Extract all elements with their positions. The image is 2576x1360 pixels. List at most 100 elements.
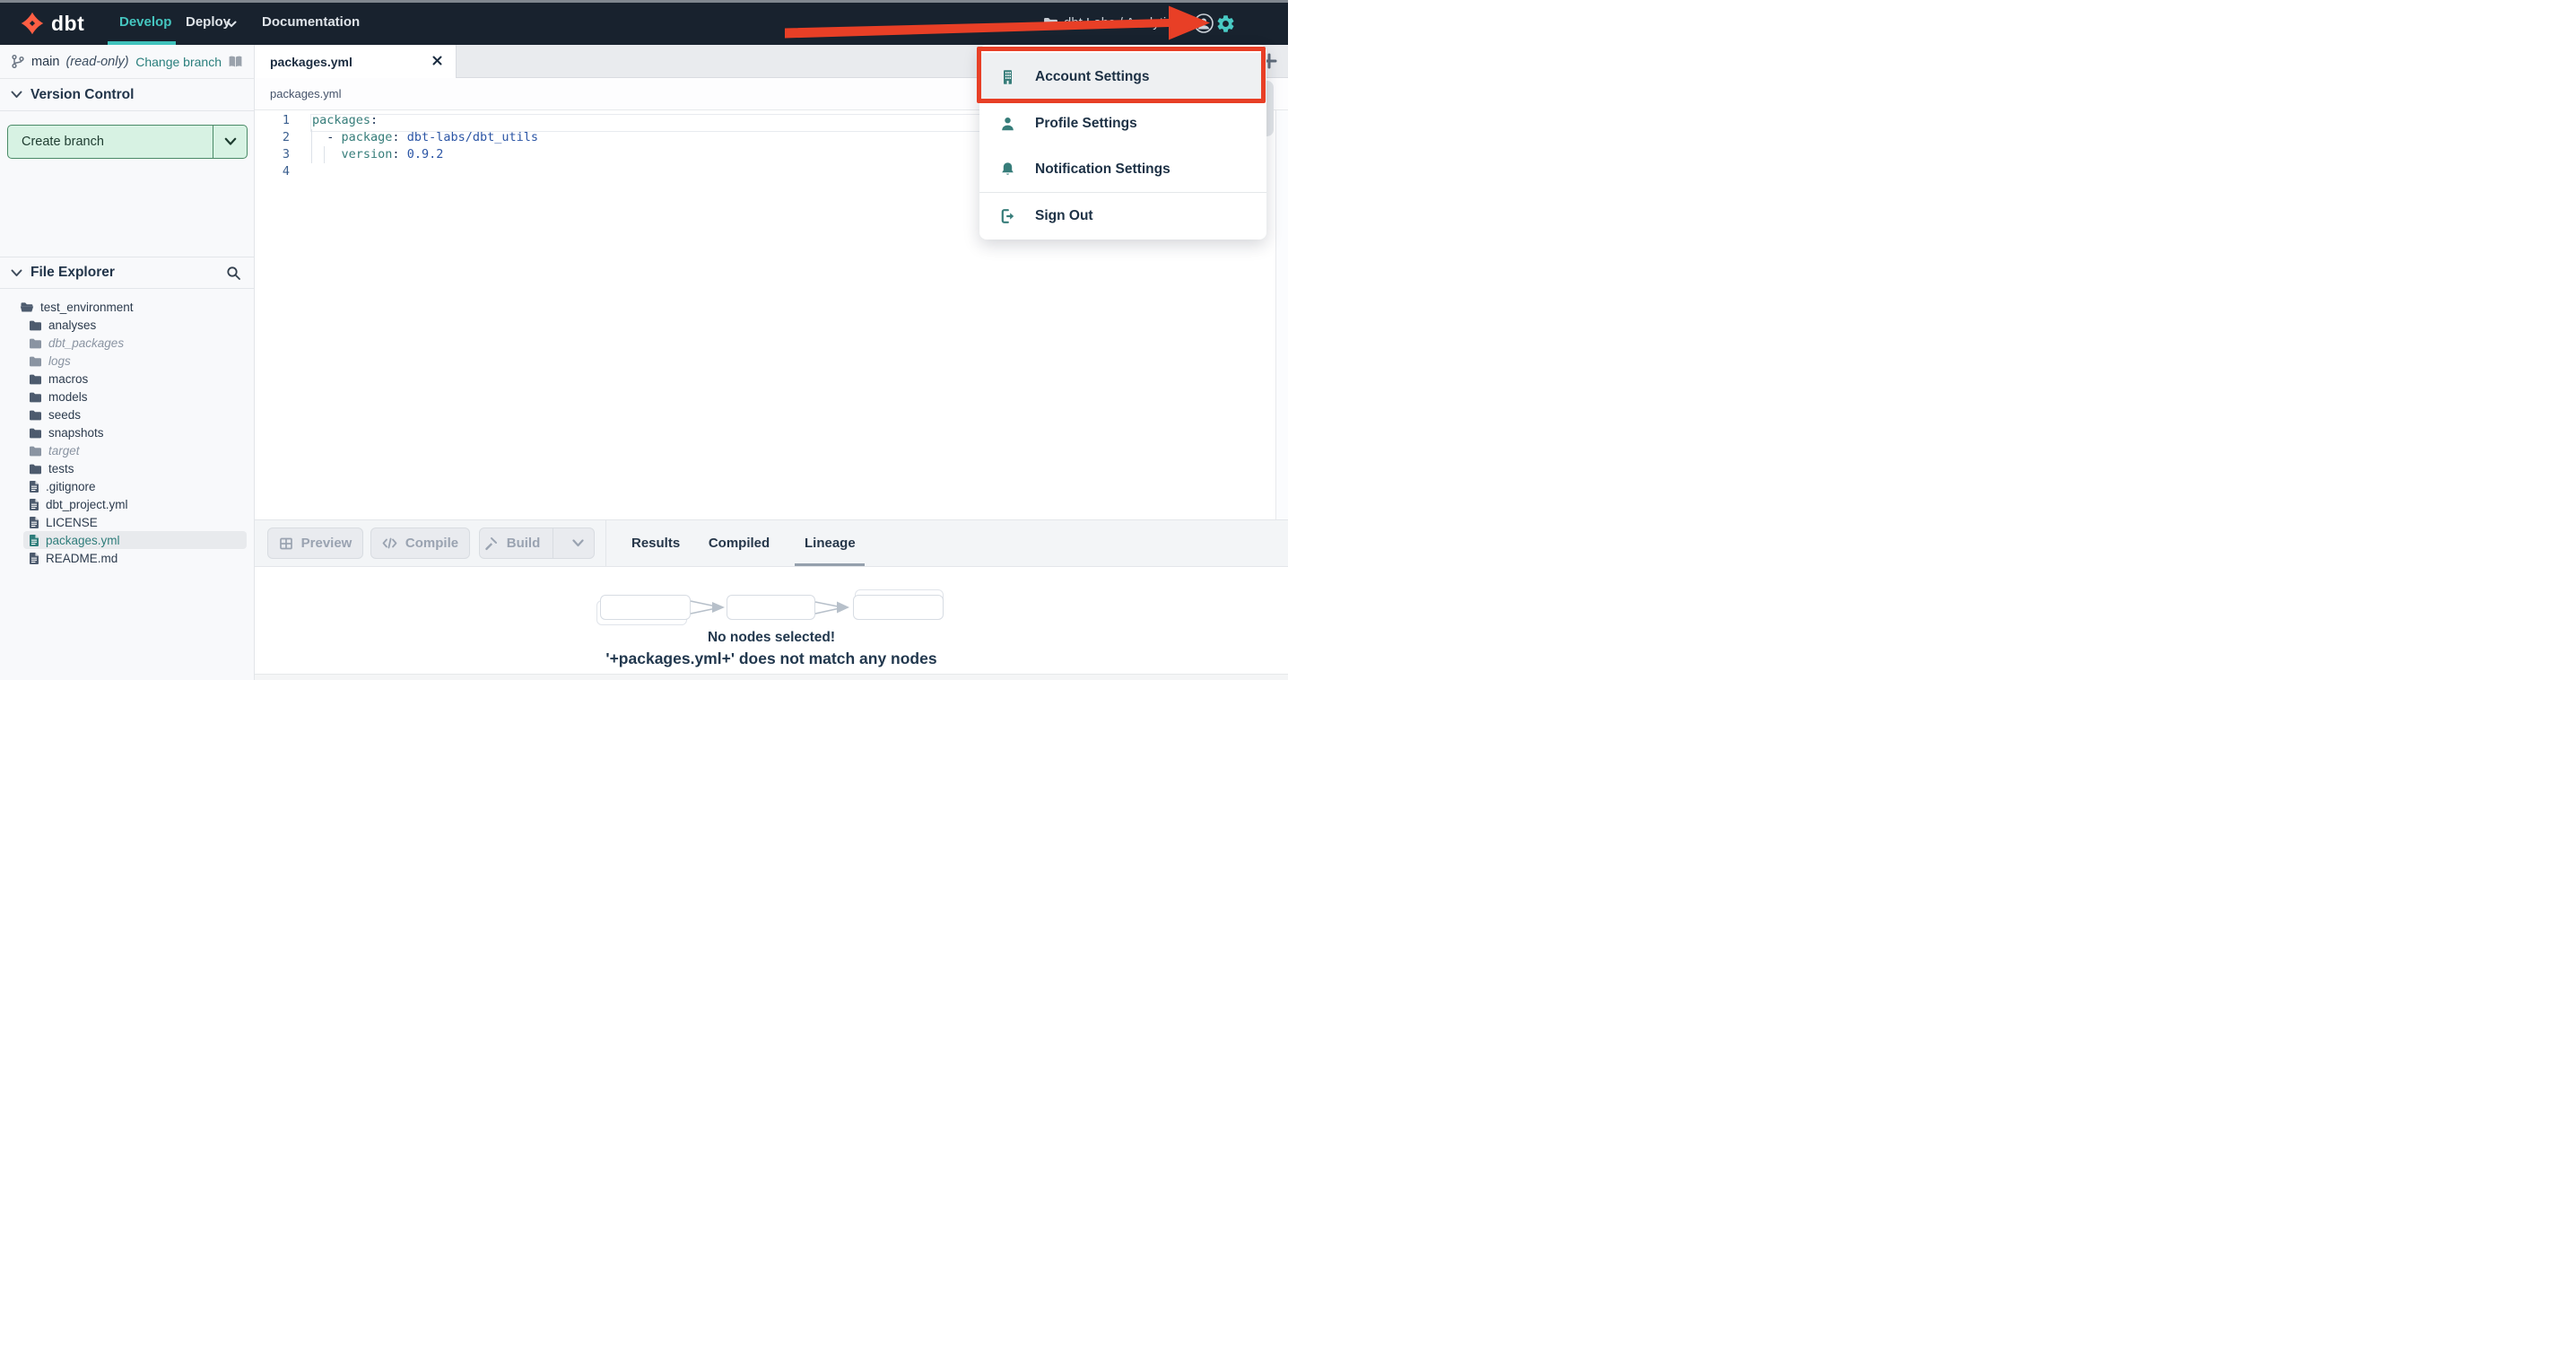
- version-control-title: Version Control: [30, 86, 135, 102]
- lineage-empty-title: No nodes selected!: [707, 630, 836, 645]
- file-name: tests: [48, 461, 74, 475]
- line-content: version: 0.9.2: [341, 147, 444, 161]
- create-branch-caret[interactable]: [213, 126, 247, 158]
- folder-icon: [30, 464, 41, 474]
- file-icon: [30, 498, 39, 510]
- file-name: packages.yml: [46, 533, 120, 547]
- build-label: Build: [506, 536, 541, 551]
- file-explorer-title: File Explorer: [30, 265, 115, 280]
- file-tree-item-logs[interactable]: logs: [0, 352, 254, 370]
- top-navbar: dbt Develop Deploy Documentation dbt Lab…: [0, 3, 1288, 45]
- folder-icon: [30, 338, 41, 348]
- file-name: LICENSE: [46, 515, 98, 529]
- file-tree-item-dbt-project-yml[interactable]: dbt_project.yml: [0, 495, 254, 513]
- file-name: snapshots: [48, 425, 104, 440]
- build-button[interactable]: Build: [479, 527, 595, 559]
- file-icon: [30, 480, 39, 493]
- compile-button[interactable]: Compile: [370, 527, 470, 559]
- file-icon: [30, 552, 39, 564]
- close-icon[interactable]: [431, 55, 443, 66]
- gear-icon[interactable]: [1215, 13, 1236, 34]
- file-tree-item-test-environment[interactable]: test_environment: [0, 298, 254, 316]
- menu-item-profile-settings[interactable]: Profile Settings: [979, 100, 1266, 146]
- file-tree-item-tests[interactable]: tests: [0, 459, 254, 477]
- toolbar-divider: [605, 520, 606, 566]
- menu-item-account-settings[interactable]: Account Settings: [979, 53, 1266, 100]
- line-number: 3: [282, 147, 290, 161]
- search-icon[interactable]: [226, 266, 241, 281]
- editor-right-rail: [1275, 110, 1288, 519]
- file-tree-item-macros[interactable]: macros: [0, 370, 254, 388]
- compile-label: Compile: [405, 536, 459, 551]
- file-tree-item--gitignore[interactable]: .gitignore: [0, 477, 254, 495]
- tab-packages-yml[interactable]: packages.yml: [255, 45, 457, 78]
- file-tree-item-models[interactable]: models: [0, 388, 254, 405]
- create-branch-button[interactable]: Create branch: [7, 125, 248, 159]
- file-tree-item-analyses[interactable]: analyses: [0, 316, 254, 334]
- deploy-caret-icon: [226, 21, 237, 28]
- dbt-logo-text: dbt: [51, 12, 85, 35]
- user-avatar-icon[interactable]: [1193, 13, 1214, 34]
- file-name: dbt_project.yml: [46, 497, 128, 511]
- preview-label: Preview: [300, 536, 352, 551]
- folder-icon: [30, 374, 41, 384]
- file-tree-item-seeds[interactable]: seeds: [0, 405, 254, 423]
- menu-label: Notification Settings: [1035, 161, 1171, 177]
- menu-item-sign-out[interactable]: Sign Out: [979, 193, 1266, 239]
- file-tree-item-packages-yml[interactable]: packages.yml: [23, 531, 247, 549]
- docs-book-icon[interactable]: [228, 55, 243, 68]
- file-name: dbt_packages: [48, 336, 125, 350]
- build-button-main[interactable]: Build: [480, 528, 544, 558]
- develop-active-underline: [108, 41, 176, 45]
- dbt-cloud-ide-window: dbt Develop Deploy Documentation dbt Lab…: [0, 0, 1288, 680]
- action-bar: Preview Compile Build Results Compiled L…: [255, 519, 1288, 597]
- building-icon: [1004, 69, 1012, 84]
- bell-icon: [1002, 161, 1014, 175]
- hammer-icon: [484, 536, 497, 550]
- tab-lineage[interactable]: Lineage: [805, 520, 856, 566]
- menu-label: Sign Out: [1035, 207, 1093, 223]
- nav-documentation[interactable]: Documentation: [262, 14, 360, 30]
- account-settings-menu: Account Settings Profile Settings Notifi…: [979, 45, 1266, 240]
- build-dropdown-caret[interactable]: [561, 528, 594, 558]
- code-icon: [382, 537, 397, 549]
- file-icon: [30, 534, 39, 546]
- dbt-logo[interactable]: dbt: [20, 11, 84, 36]
- chevron-down-icon: [11, 91, 22, 98]
- file-tree-item-snapshots[interactable]: snapshots: [0, 423, 254, 441]
- lineage-active-underline: [795, 563, 865, 566]
- nav-develop[interactable]: Develop: [119, 14, 171, 30]
- lineage-panel: No nodes selected! '+packages.yml+' does…: [255, 567, 1288, 674]
- file-explorer-header[interactable]: File Explorer: [0, 257, 254, 289]
- line-content: packages:: [312, 113, 379, 127]
- tab-results[interactable]: Results: [631, 520, 680, 566]
- file-icon: [30, 516, 39, 528]
- lineage-node-placeholder: [853, 595, 944, 620]
- version-control-header[interactable]: Version Control: [0, 79, 254, 111]
- lineage-node-placeholder: [600, 595, 691, 620]
- chevron-down-icon: [11, 269, 22, 276]
- file-tree-item-target[interactable]: target: [0, 441, 254, 459]
- chevron-down-icon: [571, 539, 584, 547]
- git-branch-icon: [12, 54, 24, 69]
- lineage-node-placeholder: [727, 595, 815, 620]
- org-folder-icon: [1044, 17, 1057, 29]
- file-name: logs: [48, 353, 71, 368]
- sidebar: main (read-only) Change branch Version C…: [0, 45, 255, 680]
- folder-icon: [30, 392, 41, 402]
- file-tree-item-readme-md[interactable]: README.md: [0, 549, 254, 567]
- file-name: test_environment: [40, 300, 134, 314]
- file-tree-item-license[interactable]: LICENSE: [0, 513, 254, 531]
- folder-icon: [30, 410, 41, 420]
- file-tree-item-dbt-packages[interactable]: dbt_packages: [0, 334, 254, 352]
- create-branch-label: Create branch: [22, 135, 104, 149]
- folder-icon: [30, 428, 41, 438]
- line-number: 4: [282, 164, 290, 179]
- preview-button[interactable]: Preview: [267, 527, 363, 559]
- nav-deploy[interactable]: Deploy: [186, 14, 231, 30]
- tab-compiled-code[interactable]: Compiled Code: [694, 520, 784, 597]
- file-name: seeds: [48, 407, 82, 422]
- change-branch-link[interactable]: Change branch: [135, 55, 222, 69]
- menu-item-notification-settings[interactable]: Notification Settings: [979, 146, 1266, 192]
- account-breadcrumb[interactable]: dbt Labs / Analytics: [1064, 15, 1179, 31]
